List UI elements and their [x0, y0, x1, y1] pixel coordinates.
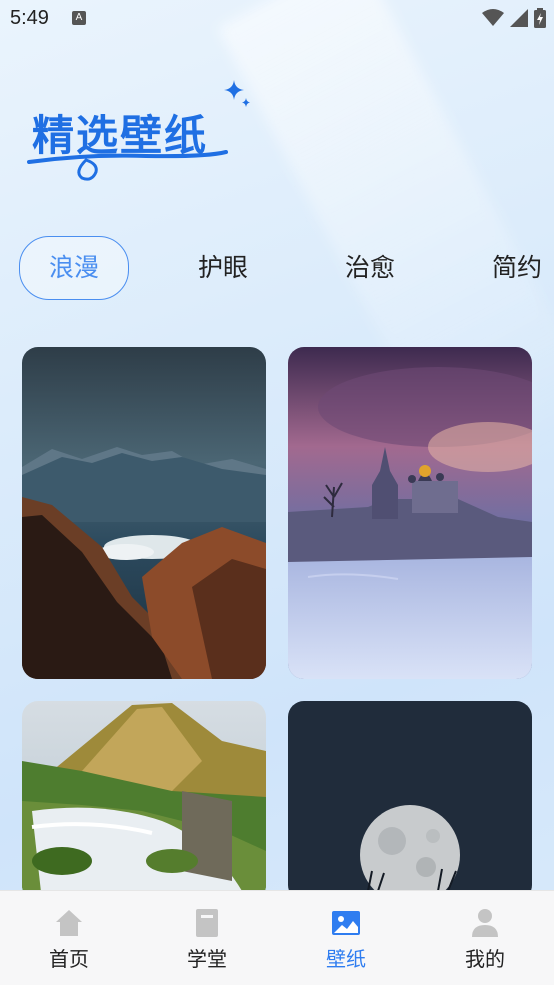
- title-underline-swoosh: [27, 150, 228, 181]
- tab-minimal[interactable]: 简约: [462, 236, 554, 300]
- bottom-navigation: 首页 学堂 壁纸 我的: [0, 890, 554, 985]
- status-bar: 5:49 A: [0, 0, 554, 36]
- nav-wallpaper-label: 壁纸: [326, 947, 366, 971]
- tab-eye-care[interactable]: 护眼: [168, 236, 278, 300]
- full-moon-image: [288, 701, 532, 901]
- wallpaper-card-mountains[interactable]: [22, 347, 266, 679]
- title-block: 精选壁纸: [26, 80, 266, 192]
- tab-romantic[interactable]: 浪漫: [19, 236, 129, 300]
- home-icon: [56, 910, 82, 936]
- nav-school[interactable]: 学堂: [138, 891, 276, 985]
- book-icon: [196, 909, 218, 937]
- image-icon: [332, 911, 360, 935]
- nav-home[interactable]: 首页: [0, 891, 138, 985]
- wifi-icon: [482, 9, 504, 26]
- wallpaper-card-moon[interactable]: [288, 701, 532, 901]
- person-icon: [472, 909, 498, 937]
- tab-healing[interactable]: 治愈: [315, 236, 425, 300]
- status-time: 5:49: [10, 7, 49, 29]
- kremlin-snow-image: [288, 347, 532, 679]
- nav-profile[interactable]: 我的: [416, 891, 554, 985]
- nav-school-label: 学堂: [187, 947, 227, 971]
- notification-a-icon: A: [72, 11, 86, 25]
- wallpaper-card-kremlin[interactable]: [288, 347, 532, 679]
- battery-icon: [534, 8, 546, 28]
- nav-wallpaper[interactable]: 壁纸: [277, 891, 415, 985]
- category-tabs: 浪漫 护眼 治愈 简约: [0, 236, 554, 300]
- nav-home-label: 首页: [49, 947, 89, 971]
- wallpaper-card-waterfall[interactable]: [22, 701, 266, 901]
- mountain-landscape-image: [22, 347, 266, 679]
- signal-icon: [510, 9, 528, 27]
- nav-profile-label: 我的: [465, 947, 505, 971]
- waterfall-mountain-image: [22, 701, 266, 901]
- sparkle-icon: [224, 80, 250, 107]
